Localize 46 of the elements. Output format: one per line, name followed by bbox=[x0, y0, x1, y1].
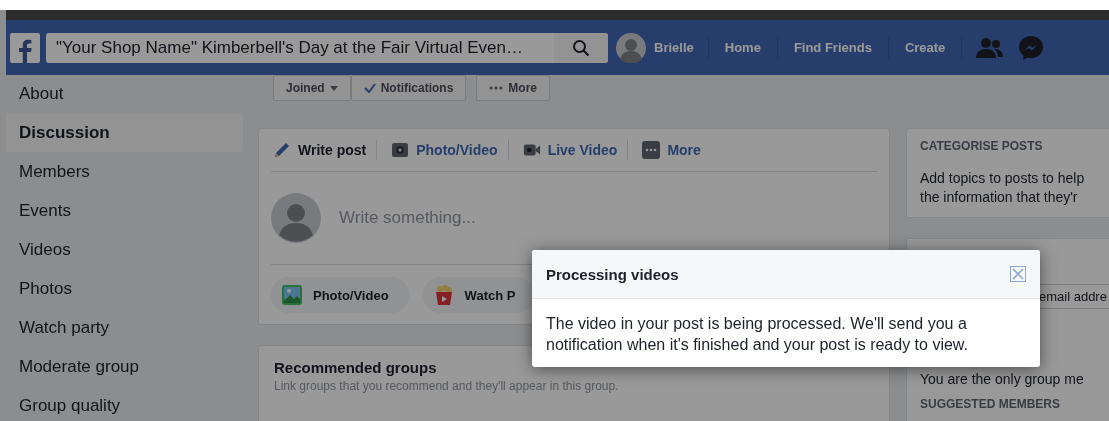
messenger-icon[interactable] bbox=[1018, 34, 1045, 61]
sidebar-item[interactable]: Discussion bbox=[6, 113, 243, 152]
card-title: SUGGESTED MEMBERS bbox=[920, 397, 1061, 411]
avatar-icon bbox=[271, 193, 321, 243]
group-action-button[interactable]: Notifications bbox=[350, 75, 467, 101]
picture-icon bbox=[281, 284, 303, 306]
dialog-message: The video in your post is being processed. We'll send you a notification when it's finished and your post is ready to view. bbox=[545, 314, 969, 355]
nav-link[interactable]: Create bbox=[888, 40, 962, 55]
search-field[interactable]: "Your Shop Name" Kimberbell's Day at the Fair Virtual Even… bbox=[46, 32, 608, 63]
dots-icon bbox=[489, 86, 504, 90]
pencil-icon bbox=[273, 141, 291, 159]
profile-link[interactable]: Brielle bbox=[616, 32, 708, 63]
section-subtitle: Link groups that you recommend and they'll appear in this group. bbox=[274, 379, 620, 393]
sidebar-item[interactable]: Moderate group bbox=[6, 347, 243, 386]
group-action-button[interactable]: Joined bbox=[273, 75, 351, 101]
nav-link[interactable]: Home bbox=[708, 40, 777, 55]
search-icon bbox=[572, 38, 590, 57]
card-text: You are the only group me bbox=[920, 371, 1085, 387]
group-action-button[interactable]: More bbox=[476, 75, 550, 101]
sidebar-item[interactable]: Photos bbox=[6, 269, 243, 308]
card-title: CATEGORISE POSTS bbox=[920, 139, 1044, 153]
avatar-icon bbox=[616, 32, 646, 63]
composer-tab[interactable]: Photo/Video bbox=[389, 141, 508, 159]
nav-link[interactable]: Find Friends bbox=[777, 40, 888, 55]
sidebar-item[interactable]: About bbox=[6, 75, 243, 113]
sidebar-item[interactable]: Events bbox=[6, 191, 243, 230]
section-title: Recommended groups bbox=[274, 359, 438, 376]
friends-icon[interactable] bbox=[976, 36, 1005, 59]
camera-icon bbox=[391, 141, 410, 159]
sidebar-item[interactable]: Members bbox=[6, 152, 243, 191]
f-logo-icon[interactable] bbox=[10, 32, 40, 63]
card-text: the information that they'r bbox=[920, 188, 1079, 207]
composer-action-button[interactable]: Photo/Video bbox=[271, 277, 409, 313]
search-button[interactable] bbox=[554, 32, 608, 63]
composer-tab[interactable]: Live Video bbox=[520, 141, 628, 159]
more-icon bbox=[642, 141, 661, 159]
dialog-title: Processing videos bbox=[546, 265, 679, 283]
card-text: Add topics to posts to help bbox=[920, 169, 1086, 188]
composer-tab[interactable]: More bbox=[640, 141, 711, 159]
sidebar-item[interactable]: Watch party bbox=[6, 308, 243, 347]
sidebar-item[interactable]: Group quality bbox=[6, 386, 243, 421]
caret-icon bbox=[329, 85, 338, 91]
check-icon bbox=[363, 83, 376, 93]
sidebar-item[interactable]: Videos bbox=[6, 230, 243, 269]
composer-tab[interactable]: Write post bbox=[271, 141, 377, 159]
close-icon[interactable] bbox=[1010, 266, 1026, 282]
